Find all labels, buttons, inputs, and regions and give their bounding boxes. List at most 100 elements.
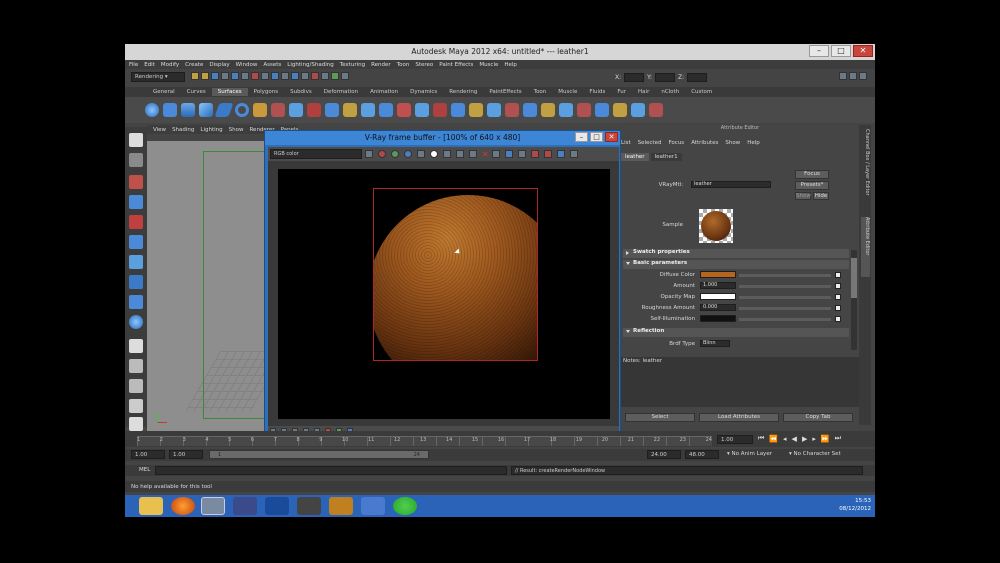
play-forward-icon[interactable]: ▶ xyxy=(802,435,807,443)
step-forward-key-icon[interactable]: ⏩ xyxy=(821,435,830,443)
shelf-tab-dynamics[interactable]: Dynamics xyxy=(404,88,443,96)
reverse-icon[interactable] xyxy=(613,103,627,117)
render-settings-icon[interactable] xyxy=(321,72,329,80)
shelf-tab-general[interactable]: General xyxy=(147,88,181,96)
maya-app-icon[interactable] xyxy=(201,497,225,515)
step-back-icon[interactable]: ◂ xyxy=(783,435,787,443)
last-tool-icon[interactable] xyxy=(129,315,143,329)
minimize-button[interactable]: – xyxy=(809,45,829,57)
vray-channel-dropdown[interactable]: RGB color xyxy=(270,149,362,159)
menu-toon[interactable]: Toon xyxy=(397,62,410,68)
menu-edit[interactable]: Edit xyxy=(144,62,155,68)
extrude-icon[interactable] xyxy=(307,103,321,117)
y-field[interactable] xyxy=(655,73,676,82)
selection-field-icon[interactable] xyxy=(341,72,349,80)
menu-muscle[interactable]: Muscle xyxy=(479,62,498,68)
opacity-slider[interactable] xyxy=(739,296,831,299)
shelf-tab-toon[interactable]: Toon xyxy=(528,88,553,96)
ae-tab-leather1[interactable]: leather1 xyxy=(650,153,682,161)
ae-load-attributes-button[interactable]: Load Attributes xyxy=(699,413,779,422)
green-app-icon[interactable] xyxy=(393,497,417,515)
vp-menu-lighting[interactable]: Lighting xyxy=(200,127,222,133)
side-tab-channel-box[interactable]: Channel Box / Layer Editor xyxy=(861,129,870,209)
roughness-map-button[interactable] xyxy=(835,305,841,311)
side-tab-attribute-editor[interactable]: Attribute Editor xyxy=(861,217,870,277)
vray-clear-icon[interactable] xyxy=(469,150,477,158)
loft-icon[interactable] xyxy=(271,103,285,117)
diffuse-map-button[interactable] xyxy=(835,272,841,278)
section-reflection[interactable]: Reflection xyxy=(623,328,849,337)
vray-stop-icon[interactable]: ✕ xyxy=(482,150,489,159)
snap-plane-icon[interactable] xyxy=(281,72,289,80)
roughness-field[interactable]: 0.000 xyxy=(700,304,736,311)
snap-point-icon[interactable] xyxy=(271,72,279,80)
brdf-type-dropdown[interactable]: Blinn xyxy=(700,340,730,347)
shelf-tab-polygons[interactable]: Polygons xyxy=(248,88,284,96)
menu-paint-effects[interactable]: Paint Effects xyxy=(439,62,473,68)
ae-menu-list[interactable]: List xyxy=(621,140,631,146)
select-hierarchy-icon[interactable] xyxy=(221,72,229,80)
soft-mod-tool-icon[interactable] xyxy=(129,275,143,289)
shelf-tab-painteffects[interactable]: PaintEffects xyxy=(483,88,527,96)
vray-follow-mouse-icon[interactable] xyxy=(491,150,500,158)
single-pane-layout-icon[interactable] xyxy=(129,339,143,353)
ae-focus-button[interactable]: Focus xyxy=(795,170,829,179)
realflow-app-icon[interactable] xyxy=(329,497,353,515)
self-illumination-map-button[interactable] xyxy=(835,316,841,322)
sculpt-icon[interactable] xyxy=(631,103,645,117)
self-illumination-slider[interactable] xyxy=(739,318,831,321)
ae-hide-button[interactable]: Hide xyxy=(813,192,829,200)
align-icon[interactable] xyxy=(505,103,519,117)
ae-show-button[interactable]: Show xyxy=(795,192,811,200)
vray-green-channel-icon[interactable] xyxy=(391,150,399,158)
opacity-color-swatch[interactable] xyxy=(700,293,736,300)
scale-tool-icon[interactable] xyxy=(129,235,143,249)
vray-render-region[interactable] xyxy=(373,188,538,361)
new-scene-icon[interactable] xyxy=(191,72,199,80)
menu-create[interactable]: Create xyxy=(185,62,203,68)
shelf-tab-custom[interactable]: Custom xyxy=(685,88,718,96)
shelf-tab-animation[interactable]: Animation xyxy=(364,88,404,96)
vray-red-channel-icon[interactable] xyxy=(378,150,386,158)
tool-settings-toggle-icon[interactable] xyxy=(849,72,857,80)
select-component-icon[interactable] xyxy=(241,72,249,80)
revolve-icon[interactable] xyxy=(253,103,267,117)
menu-window[interactable]: Window xyxy=(236,62,258,68)
channel-box-toggle-icon[interactable] xyxy=(859,72,867,80)
ae-copy-tab-button[interactable]: Copy Tab xyxy=(783,413,853,422)
ae-menu-attributes[interactable]: Attributes xyxy=(691,140,718,146)
manipulator-tool-icon[interactable] xyxy=(129,255,143,269)
menu-file[interactable]: File xyxy=(129,62,138,68)
character-set-dropdown[interactable]: ▾ No Character Set xyxy=(789,451,841,457)
menu-render[interactable]: Render xyxy=(371,62,391,68)
birail-icon[interactable] xyxy=(325,103,339,117)
opacity-map-button[interactable] xyxy=(835,294,841,300)
rotate-tool-icon[interactable] xyxy=(129,215,143,229)
shelf-tab-surfaces[interactable]: Surfaces xyxy=(211,88,248,96)
show-manipulator-icon[interactable] xyxy=(129,295,143,309)
attach-icon[interactable] xyxy=(469,103,483,117)
history-icon[interactable] xyxy=(291,72,299,80)
menu-assets[interactable]: Assets xyxy=(263,62,281,68)
boundary-icon[interactable] xyxy=(343,103,357,117)
menuset-dropdown[interactable]: Rendering ▾ xyxy=(131,72,185,82)
vray-save-icon[interactable] xyxy=(443,150,451,158)
start-time-field[interactable]: 1.00 xyxy=(131,450,165,459)
square-icon[interactable] xyxy=(361,103,375,117)
vray-alpha-icon[interactable] xyxy=(417,150,425,158)
photoshop-app-icon[interactable] xyxy=(265,497,289,515)
ipr-render-icon[interactable] xyxy=(311,72,319,80)
rebuild-icon[interactable] xyxy=(595,103,609,117)
nurbs-cube-icon[interactable] xyxy=(163,103,177,117)
select-tool-icon[interactable] xyxy=(129,133,143,147)
ae-notes-area[interactable]: Notes: leather xyxy=(621,357,859,407)
vray-stop-render-icon[interactable] xyxy=(543,150,552,158)
nurbs-cylinder-icon[interactable] xyxy=(181,103,195,117)
outliner-layout-icon[interactable] xyxy=(129,417,143,431)
sheet-app-icon[interactable] xyxy=(361,497,385,515)
diffuse-color-swatch[interactable] xyxy=(700,271,736,278)
step-forward-icon[interactable]: ▸ xyxy=(812,435,816,443)
playback-start-field[interactable]: 1.00 xyxy=(169,450,203,459)
x-field[interactable] xyxy=(624,73,645,82)
hypershade-icon[interactable] xyxy=(331,72,339,80)
